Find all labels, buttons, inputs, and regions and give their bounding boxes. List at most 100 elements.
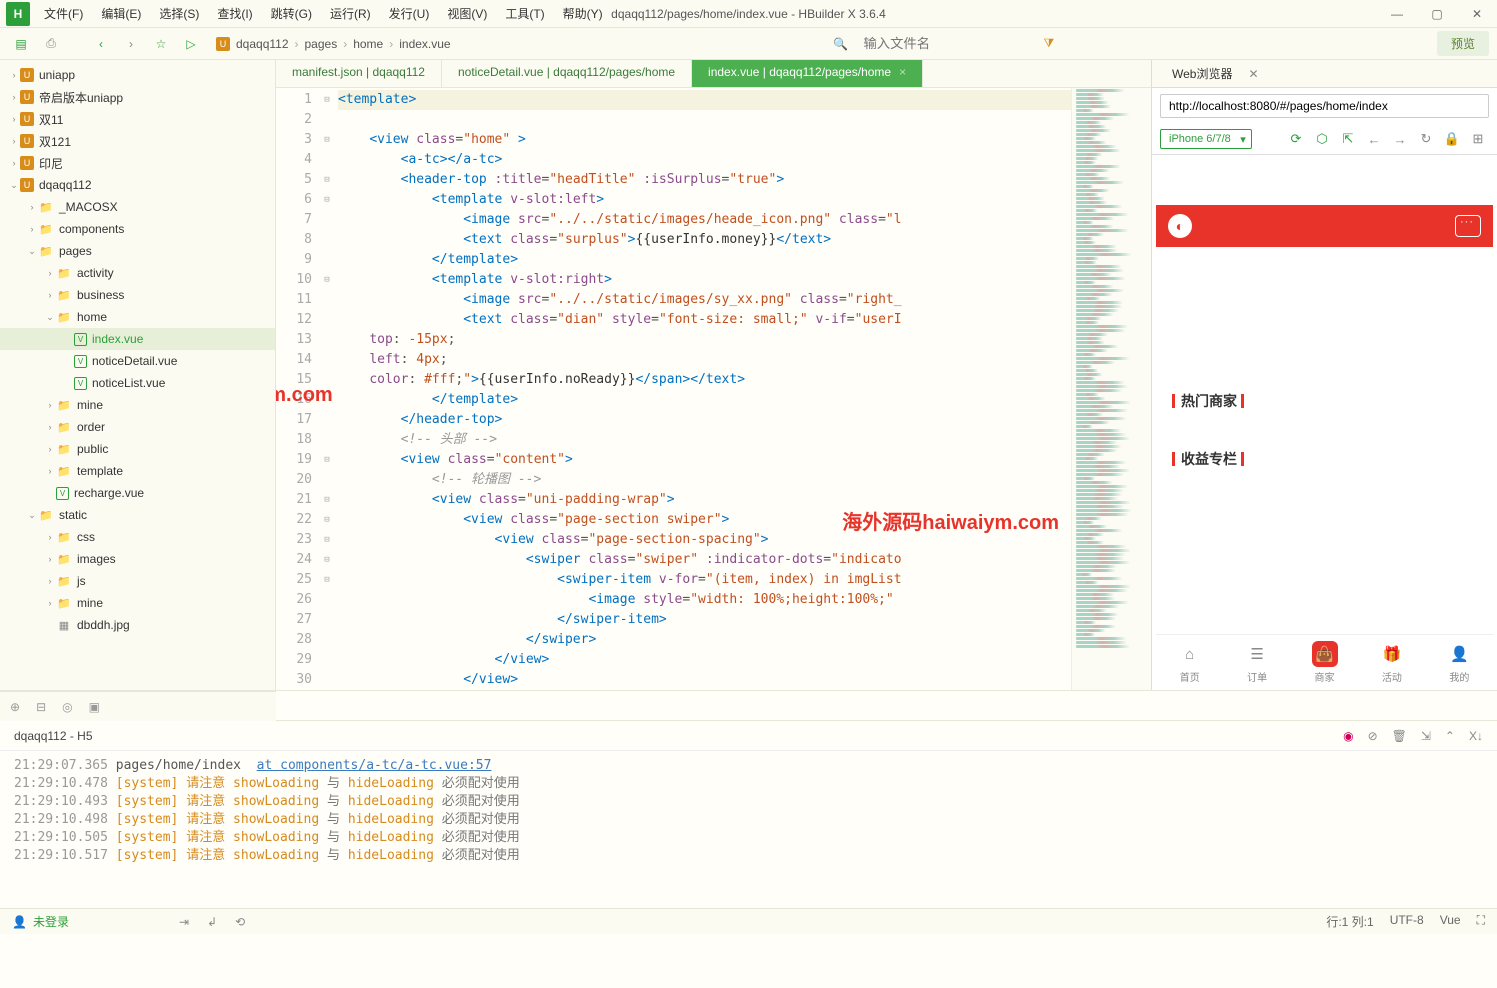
menu-item[interactable]: 选择(S) [151, 1, 207, 26]
menu-item[interactable]: 工具(T) [497, 1, 552, 26]
tree-item[interactable]: ›📁_MACOSX [0, 196, 275, 218]
forward-icon[interactable]: › [118, 31, 144, 57]
stop-icon[interactable]: ◉ [1343, 729, 1353, 743]
menu-item[interactable]: 运行(R) [322, 1, 379, 26]
sync-icon[interactable]: ⊕ [10, 700, 20, 714]
device-select[interactable]: iPhone 6/7/8 [1160, 129, 1252, 149]
open-external-icon[interactable]: ⇱ [1337, 128, 1359, 150]
tree-item[interactable]: ›📁template [0, 460, 275, 482]
trash-icon[interactable]: 🗑 [1392, 729, 1407, 743]
tree-item[interactable]: ›U双11 [0, 108, 275, 130]
tree-item[interactable]: ›📁business [0, 284, 275, 306]
menu-item[interactable]: 视图(V) [439, 1, 495, 26]
tree-item[interactable]: ›U双121 [0, 130, 275, 152]
tree-item[interactable]: ⌄Udqaqq112 [0, 174, 275, 196]
new-file-icon[interactable]: ▤ [8, 31, 34, 57]
file-explorer[interactable]: ›Uuniapp›U帝启版本uniapp›U双11›U双121›U印尼⌄Udqa… [0, 60, 276, 690]
close-button[interactable]: ✕ [1457, 0, 1497, 28]
tree-item[interactable]: VnoticeList.vue [0, 372, 275, 394]
menu-item[interactable]: 编辑(E) [93, 1, 149, 26]
lock-icon[interactable]: 🔒 [1441, 128, 1463, 150]
refresh-icon[interactable]: ↻ [1415, 128, 1437, 150]
breadcrumb-item[interactable]: index.vue [399, 37, 450, 51]
login-status[interactable]: 未登录 [33, 913, 69, 930]
devtools-icon[interactable]: ⬡ [1311, 128, 1333, 150]
phone-tab[interactable]: 🎁活动 [1358, 635, 1425, 690]
search-icon[interactable]: 🔍 [827, 31, 853, 57]
save-icon[interactable]: ⎙ [38, 31, 64, 57]
encoding[interactable]: UTF-8 [1390, 913, 1424, 930]
avatar-icon[interactable]: ◐ [1168, 214, 1192, 238]
star-icon[interactable]: ☆ [148, 31, 174, 57]
tree-item[interactable]: ›📁public [0, 438, 275, 460]
editor-tab[interactable]: index.vue | dqaqq112/pages/home× [692, 60, 923, 87]
indent-icon[interactable]: ⇥ [179, 915, 189, 929]
code-editor[interactable]: 1234567891011121314151617181920212223242… [276, 88, 1151, 690]
tree-item[interactable]: ›📁images [0, 548, 275, 570]
editor-tab[interactable]: manifest.json | dqaqq112 [276, 60, 442, 87]
back-icon[interactable]: ‹ [88, 31, 114, 57]
browser-tab[interactable]: Web浏览器 [1164, 61, 1240, 86]
minimap[interactable] [1071, 88, 1151, 690]
menu-item[interactable]: 跳转(G) [263, 1, 320, 26]
tree-item[interactable]: ⌄📁static [0, 504, 275, 526]
editor-tab[interactable]: noticeDetail.vue | dqaqq112/pages/home [442, 60, 692, 87]
tree-item[interactable]: ›U帝启版本uniapp [0, 86, 275, 108]
code-body[interactable]: <template> <view class="home" > <a-tc></… [334, 88, 1071, 690]
menu-item[interactable]: 发行(U) [381, 1, 438, 26]
filter-icon[interactable]: ⧩ [1043, 36, 1054, 51]
tree-item[interactable]: Vrecharge.vue [0, 482, 275, 504]
clear-icon[interactable]: ⊘ [1368, 729, 1378, 743]
wrap-icon[interactable]: ↲ [207, 915, 217, 929]
sync-status-icon[interactable]: ⟲ [235, 915, 245, 929]
tree-item[interactable]: ›📁order [0, 416, 275, 438]
phone-tab[interactable]: ⌂首页 [1156, 635, 1223, 690]
run-icon[interactable]: ▷ [178, 31, 204, 57]
export-icon[interactable]: ⇲ [1421, 729, 1431, 743]
user-icon[interactable]: 👤 [12, 915, 27, 929]
minimize-button[interactable]: ― [1377, 0, 1417, 28]
tree-item[interactable]: ›📁mine [0, 394, 275, 416]
tree-item[interactable]: ›📁mine [0, 592, 275, 614]
close-icon[interactable]: ✕ [1248, 67, 1258, 81]
phone-tab[interactable]: 👤我的 [1426, 635, 1493, 690]
url-input[interactable] [1160, 94, 1489, 118]
fold-gutter[interactable]: ⊟⊟⊟⊟⊟⊟⊟⊟⊟⊟⊟ [320, 88, 334, 690]
nav-back-icon[interactable]: ← [1363, 128, 1385, 150]
tree-item[interactable]: ›U印尼 [0, 152, 275, 174]
close-panel-icon[interactable]: X↓ [1469, 729, 1483, 743]
tree-item[interactable]: Vindex.vue [0, 328, 275, 350]
phone-tab[interactable]: 👜商家 [1291, 635, 1358, 690]
maximize-button[interactable]: ▢ [1417, 0, 1457, 28]
tree-item[interactable]: ›📁css [0, 526, 275, 548]
menu-item[interactable]: 帮助(Y) [555, 1, 611, 26]
tree-item[interactable]: ›📁components [0, 218, 275, 240]
breadcrumb-item[interactable]: dqaqq112 [236, 37, 289, 51]
tree-item[interactable]: ⌄📁pages [0, 240, 275, 262]
expand-icon[interactable]: ⛶ [1477, 913, 1485, 930]
tree-item[interactable]: ▦dbddh.jpg [0, 614, 275, 636]
reload-icon[interactable]: ⟳ [1285, 128, 1307, 150]
locate-icon[interactable]: ◎ [62, 700, 72, 714]
file-search-input[interactable] [859, 32, 1039, 55]
collapse-icon[interactable]: ⌃ [1445, 729, 1455, 743]
menu-item[interactable]: 文件(F) [36, 1, 91, 26]
tree-item[interactable]: ›📁activity [0, 262, 275, 284]
tree-item[interactable]: ⌄📁home [0, 306, 275, 328]
tree-item[interactable]: ›Uuniapp [0, 64, 275, 86]
language-mode[interactable]: Vue [1440, 913, 1461, 930]
preview-button[interactable]: 预览 [1437, 31, 1489, 56]
breadcrumb-item[interactable]: home [353, 37, 383, 51]
menu-item[interactable]: 查找(I) [209, 1, 260, 26]
tree-item[interactable]: ›📁js [0, 570, 275, 592]
phone-tab[interactable]: ☰订单 [1223, 635, 1290, 690]
nav-forward-icon[interactable]: → [1389, 128, 1411, 150]
breadcrumb-item[interactable]: pages [305, 37, 338, 51]
tree-item[interactable]: VnoticeDetail.vue [0, 350, 275, 372]
terminal-icon[interactable]: ▣ [89, 700, 100, 714]
grid-icon[interactable]: ⊞ [1467, 128, 1489, 150]
collapse-icon[interactable]: ⊟ [36, 700, 46, 714]
console-body[interactable]: 21:29:07.365 pages/home/index at compone… [0, 751, 1497, 908]
log-link[interactable]: at components/a-tc/a-tc.vue:57 [257, 758, 492, 773]
message-icon[interactable] [1455, 215, 1481, 237]
